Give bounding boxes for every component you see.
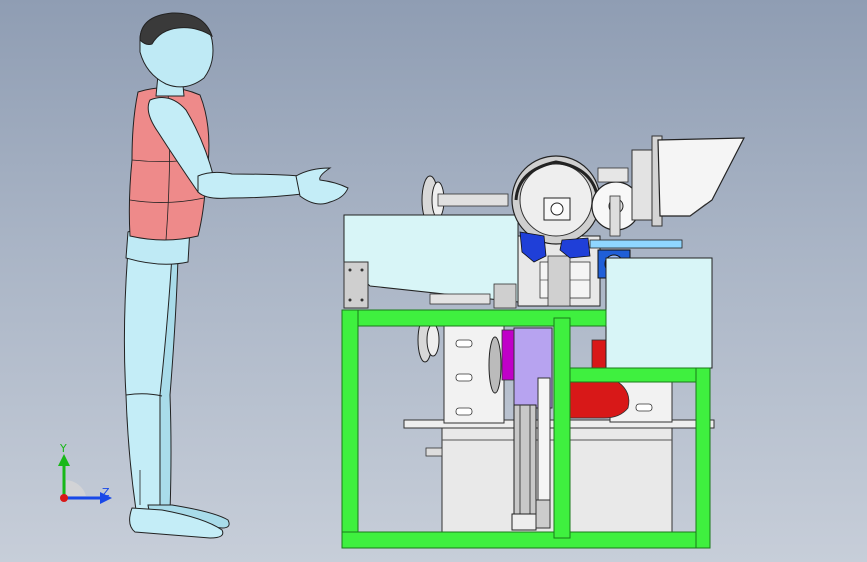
- y-axis-arrow: [58, 454, 70, 466]
- axis-triad: Y Z: [58, 442, 112, 504]
- light-blue-tray: [589, 239, 683, 249]
- assembly-scene: Y Z: [58, 12, 745, 549]
- red-motor: [569, 381, 630, 419]
- z-axis-label: Z: [102, 486, 110, 499]
- figure-hand: [295, 167, 349, 205]
- large-wheel: [511, 155, 601, 245]
- human-figure: [123, 12, 349, 539]
- right-cover: [605, 257, 713, 369]
- triad-origin: [60, 494, 68, 502]
- hopper: [657, 137, 745, 217]
- cad-viewport[interactable]: Y Z: [0, 0, 867, 562]
- top-left-cover: [343, 214, 519, 303]
- y-axis-label: Y: [59, 442, 67, 455]
- machine-assembly: [341, 135, 745, 549]
- vertical-rail: [513, 404, 537, 531]
- spool-assembly: [591, 135, 663, 237]
- figure-forearm: [197, 171, 303, 199]
